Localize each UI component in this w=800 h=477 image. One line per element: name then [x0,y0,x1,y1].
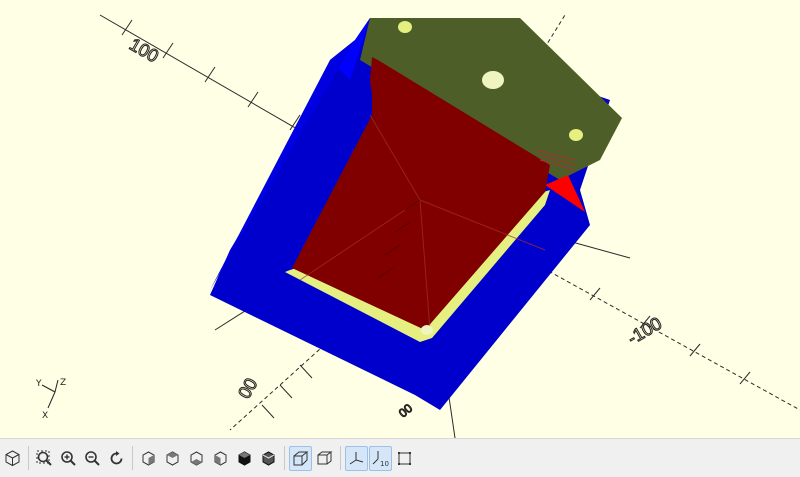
svg-text:100: 100 [126,34,162,66]
zoom-in-button[interactable] [57,446,80,471]
zoom-out-button[interactable] [81,446,104,471]
orthogonal-icon [317,451,333,464]
show-axes-icon [349,451,364,464]
y-negative-label: 00 [234,374,262,402]
zoom-in-icon [61,450,76,466]
gizmo-x-label: X [42,411,48,421]
svg-text:00: 00 [234,375,261,402]
svg-text:00: 00 [396,401,415,421]
view-all-icon [5,449,20,466]
perspective-button[interactable] [289,445,312,471]
reset-view-icon [110,450,123,464]
show-edges-icon [398,451,411,465]
orthogonal-button[interactable] [313,446,336,471]
toolbar-separator [340,446,341,470]
perspective-icon [293,451,309,465]
view-back-icon [262,450,275,466]
zoom-out-icon [85,450,100,466]
view-front-button[interactable] [233,446,256,471]
show-edges-button[interactable] [393,446,416,471]
toolbar-separator [132,446,133,470]
toolbar-separator [28,446,29,470]
view-all-button[interactable] [1,446,24,471]
view-left-icon [214,450,227,466]
view-right-icon [142,450,155,466]
gizmo-z-label: Z [60,378,66,388]
view-back-button[interactable] [257,446,280,471]
scale-marker-text: 10 [380,460,389,467]
model-body[interactable] [210,18,622,410]
reset-view-button[interactable] [105,446,128,471]
view-right-button[interactable] [137,446,160,471]
view-bottom-icon [190,450,203,466]
toolbar-separator [284,446,285,470]
view-bottom-button[interactable] [185,446,208,471]
3d-viewport[interactable]: 100 -100 00 00 Z Y X [0,0,800,438]
show-axes-button[interactable] [345,445,368,471]
view-top-button[interactable] [161,446,184,471]
gizmo-y-label: Y [35,379,42,389]
orientation-gizmo: Z Y X [35,378,66,421]
view-left-button[interactable] [209,446,232,471]
openscad-window: 100 -100 00 00 Z Y X 10 [0,0,800,477]
model-render[interactable]: 100 -100 00 00 Z Y X [0,0,800,438]
view-top-icon [166,450,179,466]
svg-text:-100: -100 [624,313,665,348]
y-positive-label: 100 [126,34,163,67]
view-toolbar: 10 [0,438,800,477]
view-front-icon [238,450,251,466]
show-scale-markers-button[interactable]: 10 [369,445,392,471]
zoom-all-button[interactable] [33,446,56,471]
zoom-all-icon [36,450,52,466]
z-small-label: 00 [395,400,415,421]
show-scale-markers-icon: 10 [372,450,389,467]
x-negative-label: -100 [624,313,666,349]
